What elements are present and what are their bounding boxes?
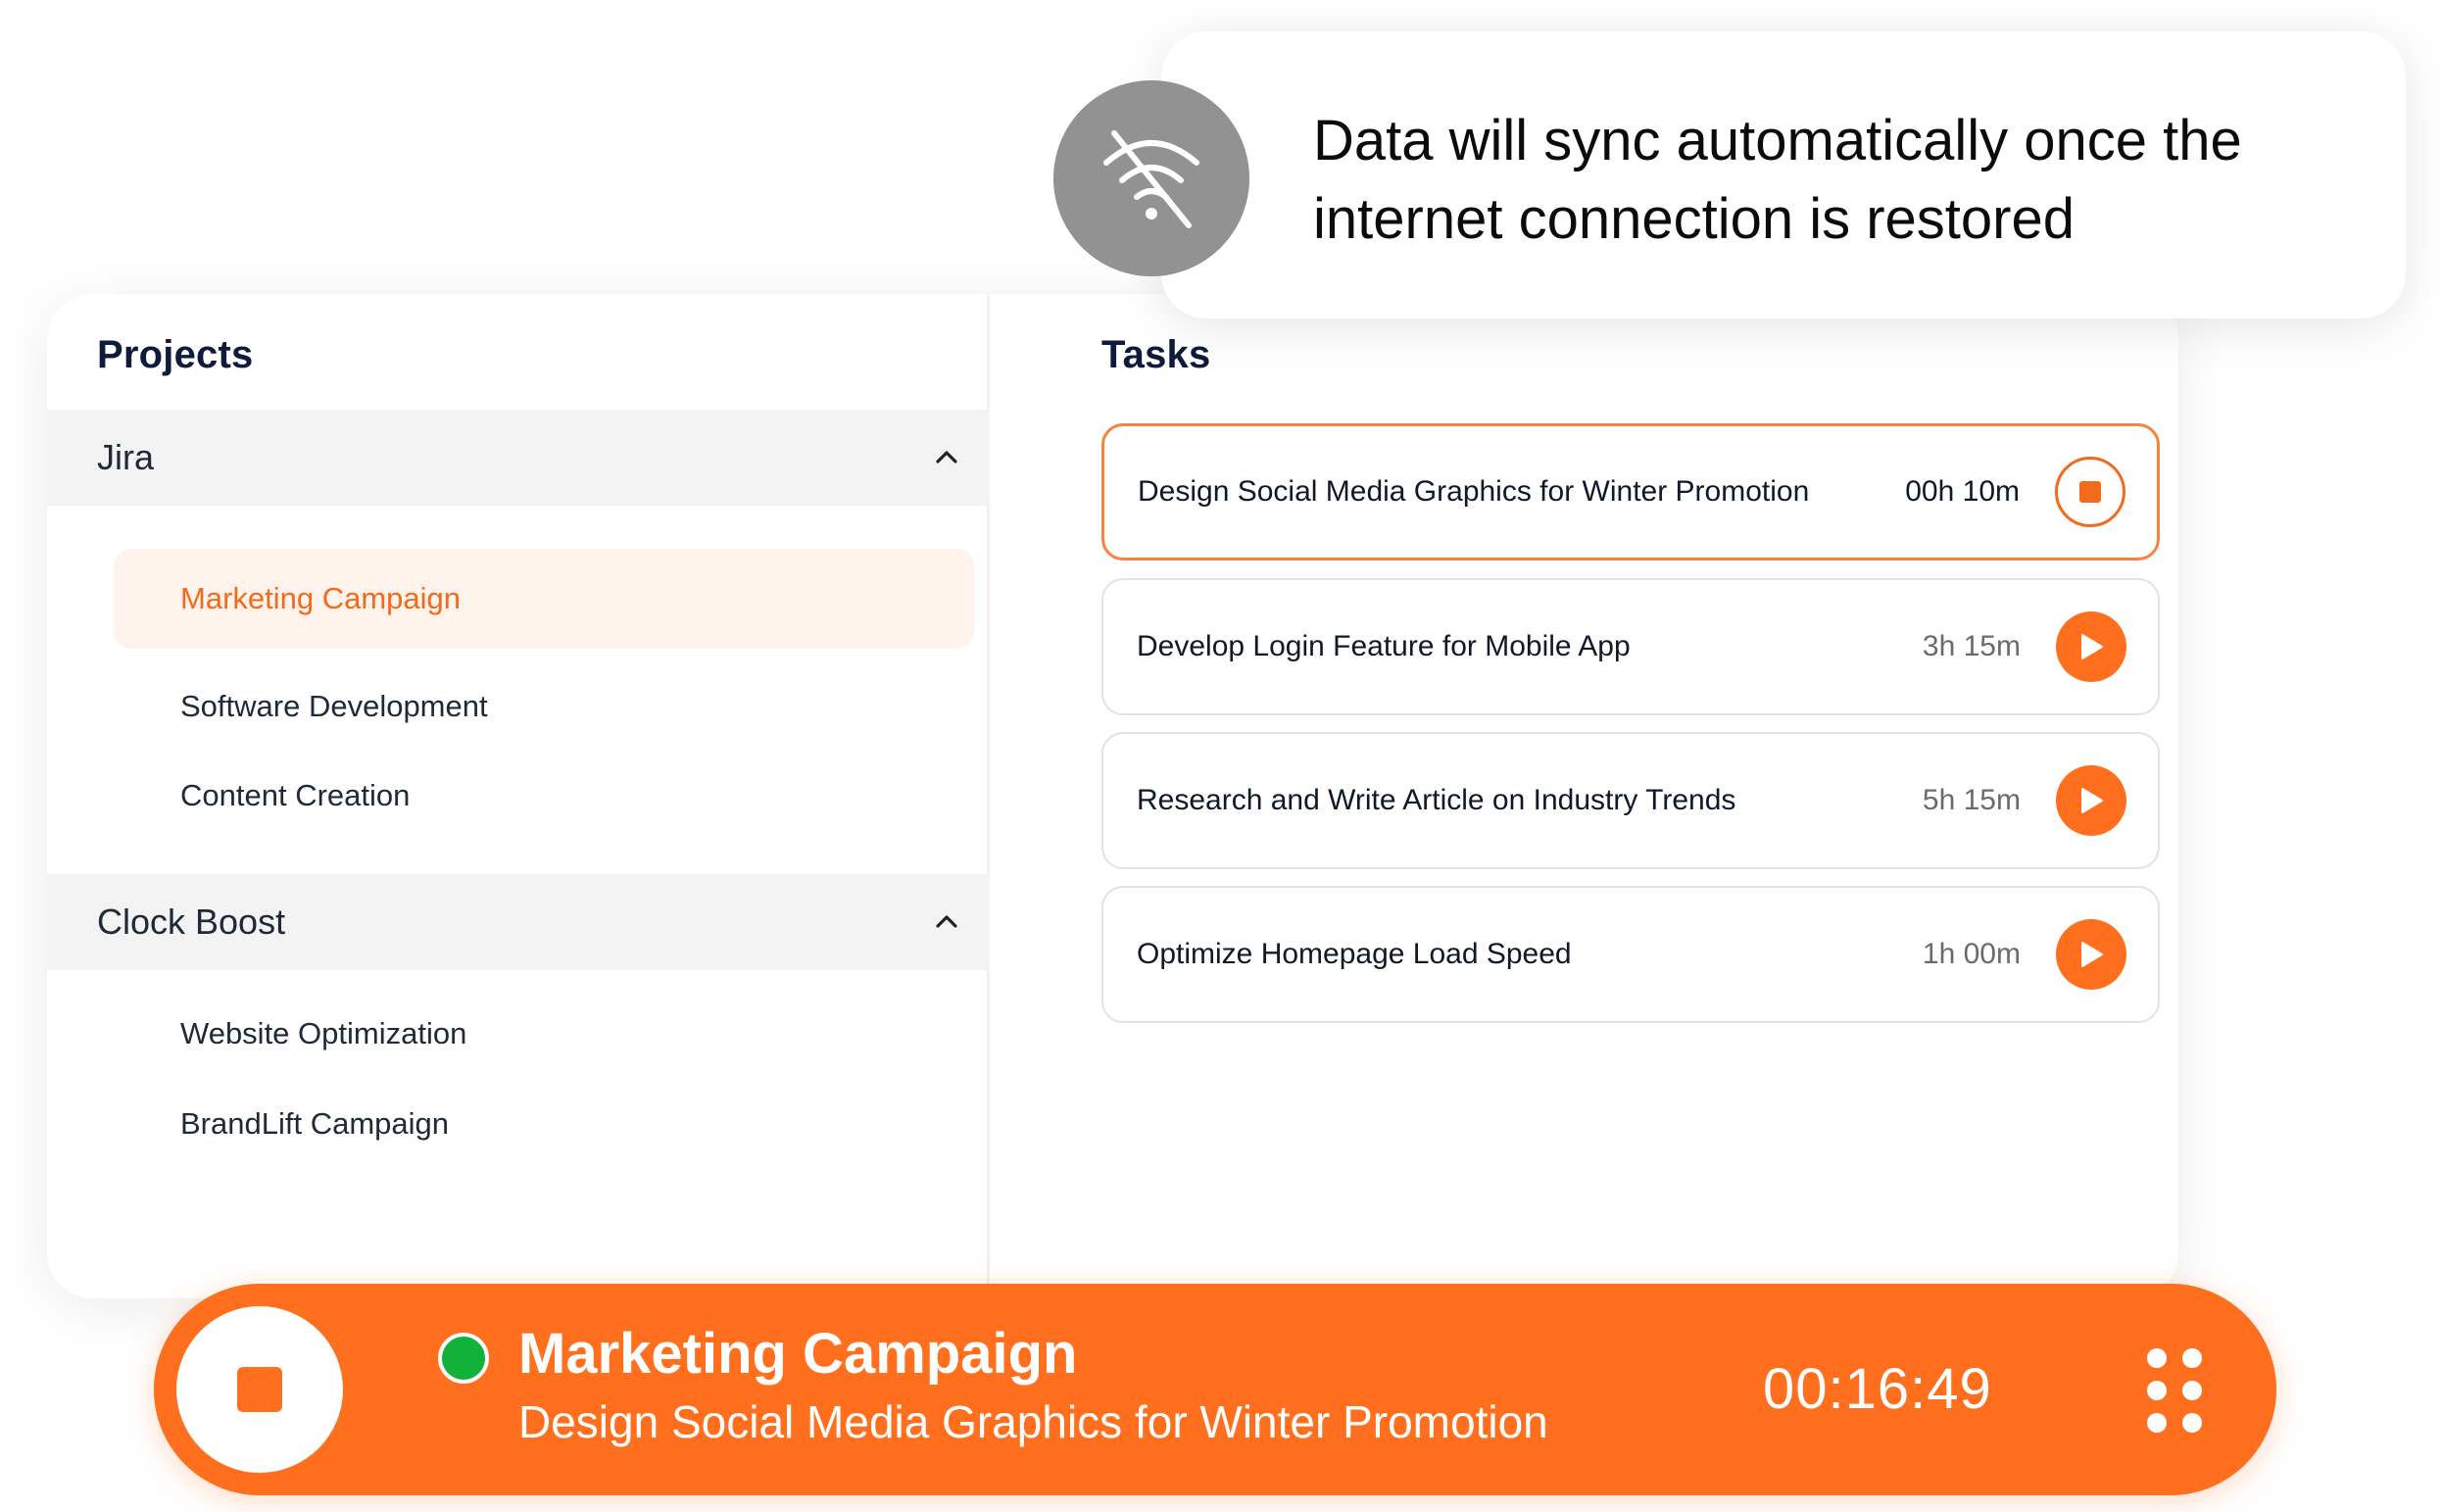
toast-message-line: internet connection is restored (1313, 187, 2075, 251)
task-time: 3h 15m (1922, 630, 2021, 662)
project-item-software-development[interactable]: Software Development (114, 662, 974, 751)
play-task-button[interactable] (2056, 765, 2126, 836)
timer-project-name: Marketing Campaign (518, 1322, 1078, 1386)
task-row[interactable]: Develop Login Feature for Mobile App 3h … (1101, 578, 2160, 715)
online-status-dot (438, 1333, 489, 1384)
project-item-content-creation[interactable]: Content Creation (114, 752, 974, 840)
chevron-up-icon (936, 451, 957, 463)
task-row[interactable]: Optimize Homepage Load Speed 1h 00m (1101, 886, 2160, 1023)
toast-message: Data will sync automatically once the in… (1313, 102, 2391, 259)
tasks-title: Tasks (1101, 333, 1211, 376)
task-time: 00h 10m (1905, 475, 2020, 508)
project-item-website-optimization[interactable]: Website Optimization (114, 990, 974, 1078)
project-item-label: Software Development (180, 689, 488, 723)
play-icon (2081, 634, 2103, 659)
stop-icon (237, 1367, 282, 1412)
project-item-label: BrandLift Campaign (180, 1106, 449, 1141)
task-name: Develop Login Feature for Mobile App (1137, 630, 1631, 662)
group-label: Jira (97, 437, 155, 477)
task-name: Research and Write Article on Industry T… (1137, 784, 1736, 816)
group-label: Clock Boost (97, 902, 286, 942)
task-name: Optimize Homepage Load Speed (1137, 938, 1572, 970)
wifi-off-badge (1053, 80, 1249, 276)
stop-task-button[interactable] (2055, 457, 2125, 527)
timer-task-name: Design Social Media Graphics for Winter … (518, 1396, 1548, 1447)
chevron-up-icon (936, 915, 957, 928)
play-task-button[interactable] (2056, 611, 2126, 682)
task-name: Design Social Media Graphics for Winter … (1138, 475, 1810, 508)
projects-title: Projects (97, 333, 254, 376)
tasks-pane: Tasks Design Social Media Graphics for W… (993, 294, 2178, 1298)
play-icon (2081, 942, 2103, 967)
app-card: Projects Jira Marketing Campaign Softwar… (47, 294, 2178, 1298)
play-icon (2081, 788, 2103, 813)
project-item-marketing-campaign[interactable]: Marketing Campaign (114, 549, 974, 649)
task-row[interactable]: Design Social Media Graphics for Winter … (1101, 423, 2160, 561)
drag-handle-icon[interactable] (2147, 1348, 2206, 1433)
stop-icon (2079, 481, 2101, 503)
project-item-label: Marketing Campaign (180, 581, 462, 615)
project-group-jira[interactable]: Jira (47, 410, 990, 506)
wifi-off-icon (1103, 130, 1199, 228)
task-time: 1h 00m (1922, 938, 2021, 970)
running-timer-bar: Marketing Campaign Design Social Media G… (154, 1284, 2276, 1495)
task-time: 5h 15m (1922, 784, 2021, 816)
project-item-label: Website Optimization (180, 1016, 467, 1050)
play-task-button[interactable] (2056, 919, 2126, 990)
task-row[interactable]: Research and Write Article on Industry T… (1101, 732, 2160, 869)
stop-timer-button[interactable] (176, 1306, 343, 1473)
project-group-clock-boost[interactable]: Clock Boost (47, 874, 990, 970)
timer-elapsed: 00:16:49 (1763, 1357, 1992, 1421)
page: Projects Jira Marketing Campaign Softwar… (0, 0, 2442, 1512)
toast-message-line: Data will sync automatically once the (1313, 109, 2242, 172)
project-item-label: Content Creation (180, 778, 411, 812)
project-item-brandlift-campaign[interactable]: BrandLift Campaign (114, 1080, 974, 1168)
projects-pane: Projects Jira Marketing Campaign Softwar… (47, 294, 990, 1298)
